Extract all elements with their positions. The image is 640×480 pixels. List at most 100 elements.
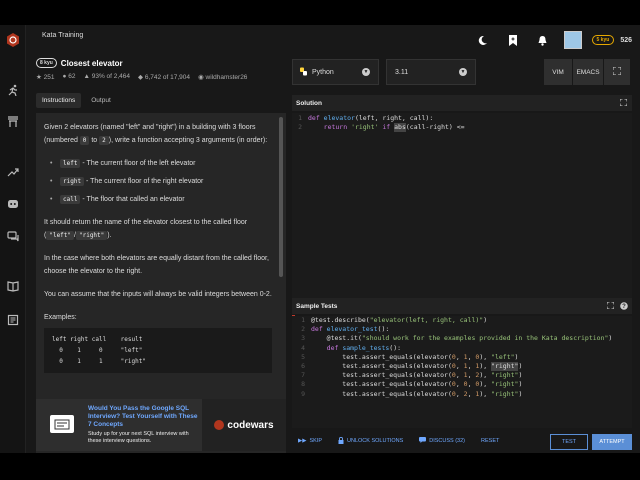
code-token: def: [311, 325, 327, 334]
line-number: 7: [301, 371, 305, 380]
code-token: ():: [377, 325, 390, 334]
trending-icon[interactable]: [6, 165, 20, 179]
return-paragraph: It should return the name of the elevato…: [44, 219, 248, 240]
examples-label: Examples:: [44, 314, 77, 321]
codewars-logo-icon[interactable]: [6, 33, 20, 47]
code-line[interactable]: 6 test.assert_equals(elevator(0, 1, 1), …: [295, 362, 632, 372]
code-token: "right": [491, 380, 519, 389]
running-person-icon[interactable]: [6, 83, 20, 97]
code-token: ): [518, 371, 523, 380]
help-icon[interactable]: ?: [619, 301, 628, 310]
kyu-badge: 8 kyu: [36, 58, 57, 68]
line-number: 2: [301, 325, 305, 334]
user-avatar[interactable]: [563, 31, 582, 49]
solution-editor[interactable]: 1 def elevator (left, right, call): 2 retur…: [292, 113, 632, 309]
test-button[interactable]: TEST: [550, 434, 588, 450]
intro-paragraph: Given 2 elevators (named "left" and "rig…: [44, 124, 268, 145]
rank-badge: 5 kyu: [591, 35, 615, 45]
discord-icon[interactable]: [6, 197, 20, 211]
code-line[interactable]: 1 @test.describe("elevator(left, right, c…: [295, 316, 632, 325]
kata-title: Closest elevator: [60, 58, 123, 68]
author-icon: ◉: [198, 74, 206, 81]
code-token: ),: [479, 352, 492, 361]
code-token: "right": [491, 389, 519, 398]
code-token: "left": [491, 352, 515, 361]
line-number: 1: [298, 114, 302, 122]
code-line[interactable]: 9 test.assert_equals(elevator(0, 2, 1), …: [295, 390, 632, 399]
completed-icon: ◆: [138, 74, 145, 81]
code-token: ():: [389, 343, 402, 352]
line-number: 6: [301, 362, 305, 371]
unlock-solutions-button[interactable]: UNLOCK SOLUTIONS: [338, 436, 403, 446]
satisfaction-stat: ▲ 93% of 2,464: [83, 73, 131, 80]
code-line[interactable]: 4 def sample_tests ():: [295, 344, 632, 353]
codewars-logo-icon: [214, 420, 225, 430]
discuss-icon: [419, 437, 427, 445]
ad-subtitle: Study up for your next SQL interview wit…: [88, 431, 189, 444]
code-token: ,: [467, 371, 476, 380]
dojo-icon[interactable]: [6, 115, 20, 129]
code-token: test.assert_equals(elevator(: [311, 380, 452, 389]
code-token: ,: [455, 389, 464, 398]
svg-text:?: ?: [622, 304, 626, 310]
code-token: elevator_test: [326, 325, 378, 334]
skip-button[interactable]: ▶▶ SKIP: [298, 438, 322, 444]
tab-output[interactable]: Output: [85, 93, 117, 108]
lock-icon: [338, 436, 344, 446]
code-line[interactable]: 7 test.assert_equals(elevator(0, 1, 2), …: [295, 371, 632, 380]
emacs-mode-button[interactable]: EMACS: [573, 59, 603, 85]
code-line[interactable]: 8 test.assert_equals(elevator(0, 0, 0), …: [295, 380, 632, 389]
code-token: ,: [455, 362, 464, 371]
top-right-controls: 5 kyu 526: [476, 30, 632, 50]
code-token: elevator: [323, 114, 355, 122]
line-number: 1: [301, 316, 305, 324]
stars-stat[interactable]: ★ 251: [36, 73, 55, 81]
description-text: Given 2 elevators (named "left" and "rig…: [44, 121, 272, 373]
blog-icon[interactable]: [6, 313, 20, 327]
completed-stat: ◆ 6,742 of 17,904: [138, 74, 191, 81]
expand-icon[interactable]: [606, 301, 615, 310]
code-token: ),: [479, 380, 492, 389]
ad-title[interactable]: Would You Pass the Google SQL Interview?…: [88, 405, 198, 429]
author-stat[interactable]: ◉ wildhamster26: [198, 73, 247, 81]
sponsored-ad[interactable]: Would You Pass the Google SQL Interview?…: [36, 399, 286, 451]
tie-paragraph: In the case where both elevators are equ…: [44, 255, 269, 275]
ad-image-icon: [50, 415, 74, 433]
code-token: sample_tests: [342, 343, 390, 352]
language-select[interactable]: Python ▼: [292, 59, 379, 85]
code-line[interactable]: 1 def elevator (left, right, call):: [292, 114, 632, 123]
code-token: ,: [467, 380, 476, 389]
top-bar: Kata Training 5 kyu 526: [26, 25, 640, 55]
code-line[interactable]: 5 test.assert_equals(elevator(0, 1, 0), …: [295, 353, 632, 362]
moon-icon[interactable]: [476, 33, 490, 47]
version-select[interactable]: 3.11 ▼: [386, 59, 476, 85]
code-token: "right": [491, 371, 519, 380]
docs-book-icon[interactable]: [6, 279, 20, 293]
assume-paragraph: You can assume that the inputs will alwa…: [44, 291, 272, 298]
code-token: test.assert_equals(elevator(: [311, 362, 452, 371]
code-line[interactable]: 3 @test.it("should work for the examples…: [295, 334, 632, 343]
fullscreen-button[interactable]: [604, 59, 630, 85]
solutions-stat[interactable]: ● 62: [63, 73, 76, 81]
code-token: ),: [479, 389, 492, 398]
bell-icon[interactable]: [536, 33, 550, 47]
sample-tests-editor[interactable]: 1 @test.describe("elevator(left, right, c…: [292, 316, 632, 428]
bookmark-icon[interactable]: [506, 33, 520, 47]
code-token: ,: [467, 352, 476, 361]
expand-icon[interactable]: [619, 98, 628, 107]
chat-icon[interactable]: [6, 229, 20, 243]
kata-stats: ★ 251 ● 62 ▲ 93% of 2,464 ◆ 6,742 of 17,…: [36, 73, 247, 81]
tab-instructions[interactable]: Instructions: [36, 93, 82, 108]
vim-mode-button[interactable]: VIM: [544, 59, 572, 85]
code-line[interactable]: 2 return 'right' if abs (call-right) <=: [292, 123, 632, 133]
solution-header: Solution: [292, 95, 632, 111]
star-icon: ★: [36, 74, 44, 81]
reset-button[interactable]: RESET: [481, 438, 499, 444]
attempt-button[interactable]: ATTEMPT: [592, 434, 632, 450]
description-tabs: Instructions Output: [36, 93, 117, 108]
discuss-button[interactable]: DISCUSS (32): [419, 437, 465, 445]
honor-count: 526: [620, 36, 632, 44]
code-line[interactable]: 2 def elevator_test ():: [295, 325, 632, 334]
description-scrollbar[interactable]: [279, 117, 283, 277]
expand-icon: [612, 66, 622, 77]
